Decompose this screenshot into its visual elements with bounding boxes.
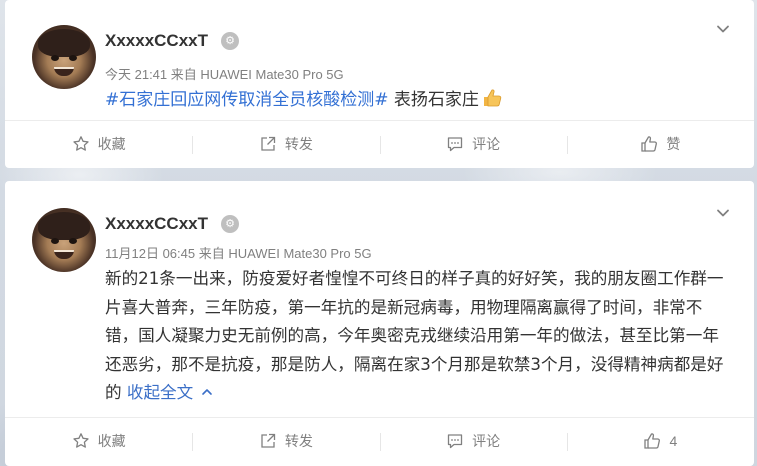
post-text: #石家庄回应网传取消全员核酸检测# 表扬石家庄 — [105, 88, 503, 112]
thumbs-up-emoji-icon — [483, 89, 502, 107]
chevron-down-icon[interactable] — [716, 22, 730, 36]
user-level-badge-icon[interactable]: ⚙ — [221, 32, 239, 50]
like-button[interactable]: 赞 — [566, 121, 754, 166]
comment-icon — [447, 433, 463, 448]
like-label: 赞 — [666, 135, 681, 152]
collapse-text-link[interactable]: 收起全文 — [127, 383, 213, 402]
weibo-post-card: XxxxxCCxxT ⚙ 11月12日 06:45 来自 HUAWEI Mate… — [5, 181, 754, 466]
comment-icon — [447, 136, 463, 151]
chevron-down-icon[interactable] — [716, 206, 730, 220]
thumbs-up-icon — [641, 135, 658, 152]
post-meta: 11月12日 06:45 来自 HUAWEI Mate30 Pro 5G — [105, 246, 372, 261]
post-text: 新的21条一出来，防疫爱好者惶惶不可终日的样子真的好好笑，我的朋友圈工作群一片喜… — [105, 265, 727, 408]
repost-button[interactable]: 转发 — [192, 121, 379, 166]
thumbs-up-icon — [644, 432, 661, 449]
favorite-label: 收藏 — [97, 432, 126, 449]
favorite-label: 收藏 — [97, 135, 126, 152]
star-icon — [72, 432, 89, 448]
user-avatar[interactable] — [32, 208, 96, 272]
post-meta: 今天 21:41 来自 HUAWEI Mate30 Pro 5G — [105, 67, 344, 82]
user-avatar[interactable] — [32, 25, 96, 89]
username[interactable]: XxxxxCCxxT — [105, 31, 208, 51]
repost-icon — [261, 136, 276, 151]
collapse-label: 收起全文 — [126, 383, 194, 402]
weibo-post-card: XxxxxCCxxT ⚙ 今天 21:41 来自 HUAWEI Mate30 P… — [5, 0, 754, 168]
post-action-bar: 收藏 转发 评论 赞 — [5, 120, 754, 166]
hashtag-link[interactable]: #石家庄回应网传取消全员核酸检测# — [105, 90, 389, 110]
star-icon — [72, 135, 89, 151]
post-text-content: 表扬石家庄 — [388, 90, 479, 110]
username[interactable]: XxxxxCCxxT — [105, 214, 208, 234]
user-level-badge-icon[interactable]: ⚙ — [221, 215, 239, 233]
repost-label: 转发 — [284, 432, 313, 449]
like-count: 4 — [669, 432, 678, 449]
comment-button[interactable]: 评论 — [379, 121, 567, 166]
repost-icon — [261, 433, 276, 448]
post-action-bar: 收藏 转发 评论 4 — [5, 417, 754, 463]
chevron-up-icon — [202, 389, 213, 395]
comment-label: 评论 — [472, 135, 501, 152]
repost-button[interactable]: 转发 — [192, 418, 379, 463]
comment-button[interactable]: 评论 — [379, 418, 567, 463]
comment-label: 评论 — [472, 432, 501, 449]
repost-label: 转发 — [284, 135, 313, 152]
favorite-button[interactable]: 收藏 — [5, 121, 192, 166]
like-button[interactable]: 4 — [566, 418, 754, 463]
favorite-button[interactable]: 收藏 — [5, 418, 192, 463]
